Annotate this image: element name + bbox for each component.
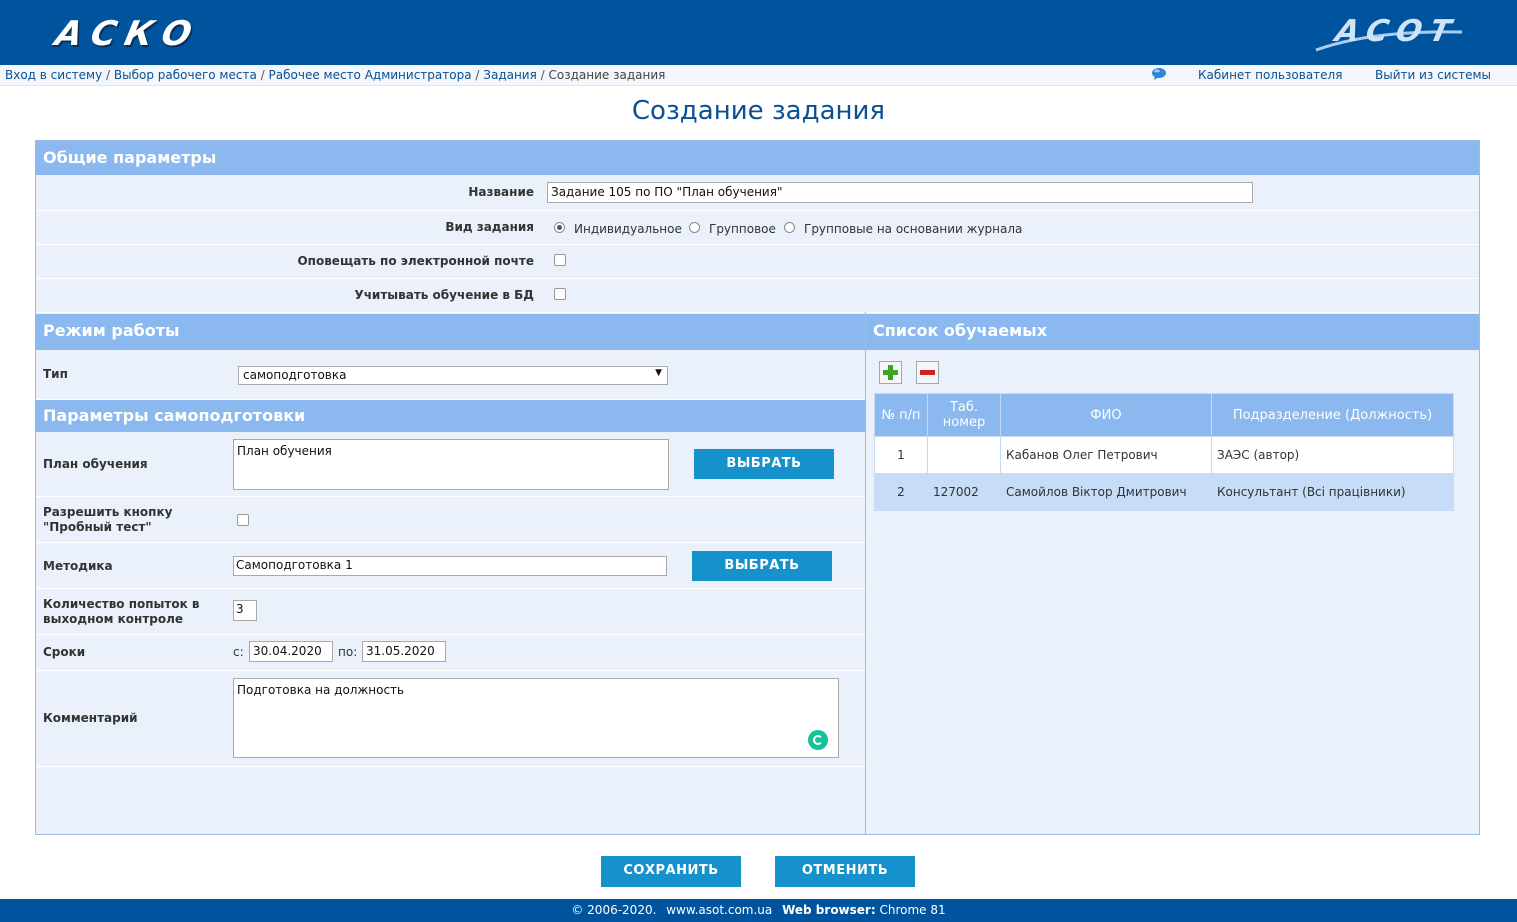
name-label: Название <box>468 185 534 199</box>
grammarly-icon[interactable] <box>808 730 828 750</box>
radio-group-journal-label: Групповые на основании журнала <box>804 222 1023 236</box>
notify-row: Оповещать по электронной почте <box>36 245 1479 279</box>
count-training-label: Учитывать обучение в БД <box>354 288 534 302</box>
notify-checkbox[interactable] <box>554 254 566 266</box>
remove-trainee-button[interactable] <box>916 361 939 384</box>
cell-fio: Самойлов Віктор Дмитрович <box>1000 473 1212 511</box>
table-header-row: № п/п Таб. номер ФИО Подразделение (Долж… <box>874 393 1454 437</box>
self-params-header: Параметры самоподготовки <box>36 400 865 432</box>
radio-individual-label: Индивидуальное <box>574 222 682 236</box>
asko-logo: АСКО <box>51 14 205 54</box>
comment-row: Комментарий Подготовка на должность <box>36 671 865 767</box>
app-header: АСКО ACOT <box>0 0 1517 65</box>
select-plan-button[interactable]: ВЫБРАТЬ <box>694 449 834 479</box>
save-button[interactable]: СОХРАНИТЬ <box>601 856 741 887</box>
trial-row: Разрешить кнопку "Пробный тест" <box>36 497 865 543</box>
trainees-table: № п/п Таб. номер ФИО Подразделение (Долж… <box>874 393 1454 511</box>
col-number: № п/п <box>874 393 928 437</box>
plan-row: План обучения План обучения ВЫБРАТЬ <box>36 432 865 497</box>
method-input[interactable]: Самоподготовка 1 <box>233 556 667 576</box>
comment-textarea[interactable]: Подготовка на должность <box>233 678 839 758</box>
cell-number: 2 <box>874 473 928 511</box>
notify-label: Оповещать по электронной почте <box>297 254 534 268</box>
breadcrumb: Вход в систему / Выбор рабочего места / … <box>0 65 1517 86</box>
comment-text: Подготовка на должность <box>237 683 405 697</box>
trainees-section-header: Список обучаемых <box>866 314 1479 350</box>
column-divider <box>865 312 866 835</box>
select-method-button[interactable]: ВЫБРАТЬ <box>692 551 832 581</box>
date-to-input[interactable]: 31.05.2020 <box>362 641 446 662</box>
method-row: Методика Самоподготовка 1 ВЫБРАТЬ <box>36 543 865 589</box>
task-type-label: Вид задания <box>445 220 534 234</box>
footer: © 2006-2020. www.asot.com.ua Web browser… <box>0 899 1517 922</box>
attempts-label: Количество попыток в выходном контроле <box>43 597 200 626</box>
table-row[interactable]: 2 127002 Самойлов Віктор Дмитрович Консу… <box>874 473 1454 511</box>
cell-fio: Кабанов Олег Петрович <box>1000 436 1212 474</box>
mode-section-header: Режим работы <box>36 314 865 350</box>
breadcrumb-separator: / <box>106 68 111 82</box>
radio-group[interactable] <box>689 222 700 233</box>
plus-icon <box>883 365 898 380</box>
date-to-label: по: <box>338 645 358 659</box>
method-label: Методика <box>43 559 113 573</box>
site-link[interactable]: www.asot.com.ua <box>666 903 772 917</box>
task-name-input[interactable]: Задание 105 по ПО "План обучения" <box>547 182 1253 203</box>
mode-type-select[interactable]: самоподготовка ▼ <box>238 366 668 385</box>
col-department: Подразделение (Должность) <box>1211 393 1454 437</box>
comment-label: Комментарий <box>43 711 138 725</box>
name-row: Название Задание 105 по ПО "План обучени… <box>36 175 1479 211</box>
page-title: Создание задания <box>631 96 886 126</box>
plan-label: План обучения <box>43 457 148 471</box>
attempts-row: Количество попыток в выходном контроле 3 <box>36 589 865 635</box>
cancel-button[interactable]: ОТМЕНИТЬ <box>775 856 915 887</box>
dates-row: Сроки с: 30.04.2020 по: 31.05.2020 <box>36 635 865 671</box>
radio-group-journal[interactable] <box>784 222 795 233</box>
add-trainee-button[interactable] <box>879 361 902 384</box>
date-from-input[interactable]: 30.04.2020 <box>249 641 333 662</box>
browser-label: Web browser: <box>782 903 876 917</box>
col-fio: ФИО <box>1000 393 1212 437</box>
breadcrumb-separator: / <box>540 68 545 82</box>
count-training-checkbox[interactable] <box>554 288 566 300</box>
cell-department: ЗАЭС (автор) <box>1211 436 1454 474</box>
dates-label: Сроки <box>43 645 86 659</box>
breadcrumb-admin-workplace[interactable]: Рабочее место Администратора <box>269 68 472 82</box>
breadcrumb-separator: / <box>260 68 265 82</box>
breadcrumb-separator: / <box>475 68 480 82</box>
count-training-row: Учитывать обучение в БД <box>36 279 1479 313</box>
minus-icon <box>920 370 935 375</box>
breadcrumb-current: Создание задания <box>548 68 666 82</box>
task-type-row: Вид задания Индивидуальное Групповое Гру… <box>36 211 1479 245</box>
date-from-label: с: <box>233 645 244 659</box>
col-tab-number: Таб. номер <box>927 393 1001 437</box>
radio-group-label: Групповое <box>709 222 776 236</box>
cell-tab-number <box>927 436 1001 474</box>
logout-link[interactable]: Выйти из системы <box>1375 68 1491 82</box>
attempts-input[interactable]: 3 <box>233 600 257 621</box>
mode-type-value: самоподготовка <box>243 368 347 382</box>
browser-value: Chrome 81 <box>879 903 946 917</box>
plan-textarea[interactable]: План обучения <box>233 439 669 490</box>
trial-checkbox[interactable] <box>237 514 249 526</box>
table-row[interactable]: 1 Кабанов Олег Петрович ЗАЭС (автор) <box>874 436 1454 474</box>
radio-individual[interactable] <box>554 222 565 233</box>
cell-number: 1 <box>874 436 928 474</box>
trial-label: Разрешить кнопку "Пробный тест" <box>43 505 173 534</box>
general-section-header: Общие параметры <box>36 141 1479 175</box>
chat-bubble-icon[interactable] <box>1151 67 1167 81</box>
breadcrumb-login[interactable]: Вход в систему <box>5 68 102 82</box>
cell-tab-number: 127002 <box>927 473 1001 511</box>
breadcrumb-tasks[interactable]: Задания <box>483 68 537 82</box>
asot-logo: ACOT <box>1312 12 1472 56</box>
breadcrumb-workplace-select[interactable]: Выбор рабочего места <box>114 68 257 82</box>
cell-department: Консультант (Всі працівники) <box>1211 473 1454 511</box>
chevron-down-icon: ▼ <box>655 368 662 378</box>
mode-type-row: Тип самоподготовка ▼ <box>36 350 865 400</box>
mode-type-label: Тип <box>43 367 68 381</box>
copyright: © 2006-2020. <box>571 903 657 917</box>
user-cabinet-link[interactable]: Кабинет пользователя <box>1198 68 1342 82</box>
task-form: Общие параметры Название Задание 105 по … <box>35 140 1480 835</box>
